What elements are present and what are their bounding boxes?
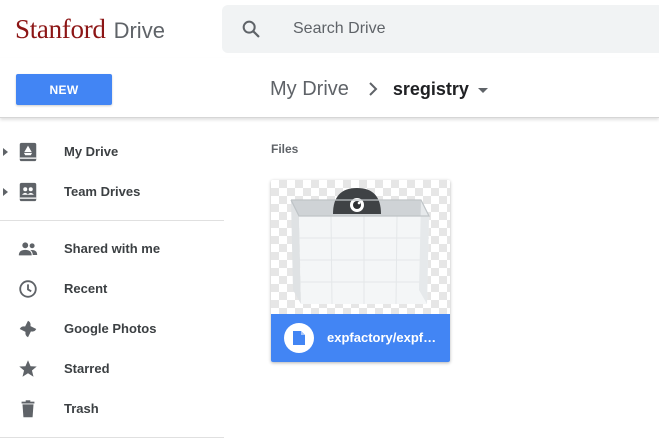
sidebar-divider (0, 220, 224, 221)
search-input[interactable] (293, 17, 633, 41)
sidebar-item-label: My Drive (64, 144, 119, 159)
shared-icon (18, 242, 38, 256)
app-logo[interactable]: Stanford Drive (15, 14, 165, 44)
sidebar-item-team-drives[interactable]: Team Drives (0, 172, 224, 212)
star-icon (19, 360, 37, 377)
caret-down-icon[interactable] (477, 87, 488, 93)
sidebar-divider (0, 437, 224, 438)
photos-icon (19, 320, 37, 338)
new-button[interactable]: NEW (16, 74, 112, 105)
file-thumbnail (271, 180, 450, 314)
clock-icon (19, 280, 37, 298)
sidebar-item-recent[interactable]: Recent (0, 269, 224, 309)
chevron-right-icon (369, 82, 378, 96)
breadcrumb-current-folder[interactable]: sregistry (393, 79, 469, 100)
sidebar-item-label: Shared with me (64, 241, 161, 256)
breadcrumb-my-drive[interactable]: My Drive (270, 78, 349, 101)
sidebar-item-starred[interactable]: Starred (0, 349, 224, 389)
sidebar-item-shared-with-me[interactable]: Shared with me (0, 229, 224, 269)
app-header: Stanford Drive (0, 0, 659, 58)
drive-app: Stanford Drive NEW My Drive sregistry (0, 0, 659, 446)
expand-arrow-icon[interactable] (3, 188, 8, 196)
file-card-footer: expfactory/expfa… (271, 314, 450, 362)
file-card[interactable]: expfactory/expfa… (271, 180, 450, 362)
sidebar-item-label: Trash (64, 401, 99, 416)
search-bar (222, 5, 659, 53)
sidebar-item-label: Starred (64, 361, 110, 376)
sidebar-item-trash[interactable]: Trash (0, 389, 224, 429)
sidebar-item-label: Recent (64, 281, 108, 296)
file-name: expfactory/expfa… (327, 330, 442, 345)
sidebar-item-my-drive[interactable]: My Drive (0, 132, 224, 172)
my-drive-icon (19, 142, 37, 162)
toolbar: NEW My Drive sregistry (0, 58, 659, 118)
logo-product: Drive (113, 18, 165, 43)
sidebar: My Drive Team Drives Shared with me Rece… (0, 132, 224, 429)
sidebar-item-label: Google Photos (64, 321, 157, 336)
trash-icon (21, 400, 35, 418)
document-icon-glyph (293, 331, 305, 345)
expand-arrow-icon[interactable] (3, 148, 8, 156)
search-icon[interactable] (240, 18, 262, 40)
sidebar-item-google-photos[interactable]: Google Photos (0, 309, 224, 349)
document-icon (284, 323, 314, 353)
sidebar-item-label: Team Drives (64, 184, 141, 199)
section-title-files: Files (271, 142, 299, 156)
box-preview-image (290, 188, 430, 305)
logo-brand: Stanford (15, 14, 106, 44)
team-drives-icon (19, 182, 37, 202)
breadcrumb: My Drive sregistry (270, 76, 488, 102)
